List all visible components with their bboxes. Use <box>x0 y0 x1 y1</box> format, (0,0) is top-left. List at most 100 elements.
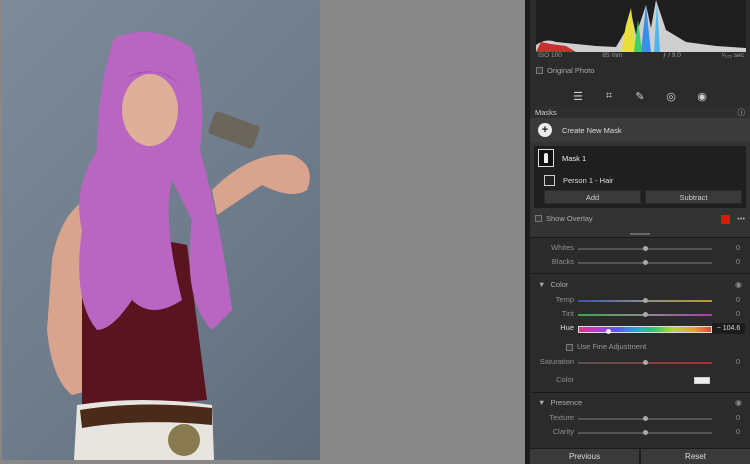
blacks-row: Blacks 0 <box>530 257 750 269</box>
whites-label: Whites <box>551 243 574 252</box>
saturation-label: Saturation <box>539 357 574 366</box>
temp-label: Temp <box>555 295 574 304</box>
healing-icon[interactable]: ✎ <box>633 90 647 103</box>
hue-value[interactable]: − 104.6 <box>712 323 745 334</box>
whites-knob[interactable] <box>643 246 648 251</box>
subtract-button[interactable]: Subtract <box>645 190 742 204</box>
more-options-icon[interactable]: ••• <box>737 214 745 223</box>
fine-adjust-row: Use Fine Adjustment <box>530 342 750 354</box>
saturation-row: Saturation 0 <box>530 357 750 369</box>
color-row: Color <box>530 375 750 387</box>
texture-slider[interactable] <box>578 416 712 421</box>
aperture: ƒ / 9.0 <box>662 52 681 59</box>
collapse-triangle-icon: ▼ <box>538 398 546 407</box>
shutter-speed: ¹⁄₁₂₅ sec <box>721 52 744 59</box>
panel-drag-handle[interactable] <box>630 233 650 235</box>
texture-value[interactable]: 0 <box>736 413 740 422</box>
subtract-label: Subtract <box>679 192 708 202</box>
photo[interactable] <box>2 0 320 460</box>
fine-adjust-label: Use Fine Adjustment <box>577 342 647 351</box>
whites-value[interactable]: 0 <box>736 243 740 252</box>
plus-icon: + <box>538 123 552 137</box>
tint-label: Tint <box>561 309 574 318</box>
histogram <box>536 0 746 52</box>
masking-icon[interactable]: ◉ <box>695 90 709 103</box>
mask-1-item[interactable]: Mask 1 <box>534 146 746 170</box>
hue-row: Hue − 104.6 <box>530 323 750 337</box>
mask-thumbnail <box>538 149 554 167</box>
clarity-knob[interactable] <box>643 430 648 435</box>
add-label: Add <box>585 192 600 202</box>
eye-icon[interactable]: ◉ <box>735 280 742 289</box>
texture-knob[interactable] <box>643 416 648 421</box>
help-icon[interactable]: ⓘ <box>738 107 746 118</box>
saturation-slider[interactable] <box>578 360 712 365</box>
presence-section-title: Presence <box>550 398 583 407</box>
crop-icon[interactable]: ⌗ <box>602 90 616 103</box>
masks-header: Masks ⓘ <box>530 106 750 118</box>
clarity-slider[interactable] <box>578 430 712 435</box>
fine-adjust-checkbox[interactable] <box>566 344 573 351</box>
clarity-row: Clarity 0 <box>530 427 750 439</box>
temp-value[interactable]: 0 <box>736 295 740 304</box>
iso-value: ISO 100 <box>538 52 562 59</box>
footer-buttons: Previous Reset <box>530 448 750 464</box>
focal-length: 85 mm <box>602 52 623 59</box>
mask-component-item[interactable]: Person 1 - Hair <box>544 172 613 188</box>
hue-label: Hue <box>560 323 574 332</box>
previous-button[interactable]: Previous <box>530 449 639 464</box>
create-new-mask-button[interactable]: + Create New Mask <box>530 118 750 142</box>
exif-info: ISO 100 85 mm ƒ / 9.0 ¹⁄₁₂₅ sec <box>536 52 746 63</box>
masks-panel: Masks ⓘ + Create New Mask Mask 1 Person … <box>530 106 750 238</box>
show-overlay-label: Show Overlay <box>546 214 593 224</box>
edit-sliders-icon[interactable]: ☰ <box>571 90 585 103</box>
eye-icon[interactable]: ◉ <box>735 398 742 407</box>
develop-panel: ISO 100 85 mm ƒ / 9.0 ¹⁄₁₂₅ sec Original… <box>530 0 750 464</box>
show-overlay-checkbox[interactable] <box>535 215 542 223</box>
red-eye-icon[interactable]: ◎ <box>664 90 678 103</box>
texture-row: Texture 0 <box>530 413 750 425</box>
whites-row: Whites 0 <box>530 243 750 255</box>
clarity-label: Clarity <box>552 427 574 436</box>
reset-button[interactable]: Reset <box>641 449 750 464</box>
saturation-knob[interactable] <box>643 360 648 365</box>
collapse-triangle-icon: ▼ <box>538 280 546 289</box>
texture-label: Texture <box>549 413 574 422</box>
blacks-value[interactable]: 0 <box>736 257 740 266</box>
color-section-header[interactable]: ▼ Color <box>538 280 568 289</box>
previous-label: Previous <box>568 452 601 461</box>
hue-slider[interactable] <box>578 326 712 334</box>
tint-value[interactable]: 0 <box>736 309 740 318</box>
reset-label: Reset <box>685 452 706 461</box>
overlay-color-swatch[interactable] <box>721 214 731 224</box>
original-photo-toggle[interactable]: Original Photo <box>536 66 595 75</box>
add-button[interactable]: Add <box>544 190 641 204</box>
blacks-label: Blacks <box>551 257 574 266</box>
clarity-value[interactable]: 0 <box>736 427 740 436</box>
tint-knob[interactable] <box>643 312 648 317</box>
original-photo-label: Original Photo <box>547 66 595 75</box>
temp-slider[interactable] <box>578 298 712 303</box>
mask-list: Mask 1 Person 1 - Hair Add Subtract <box>534 146 746 208</box>
blacks-slider[interactable] <box>578 260 712 265</box>
add-subtract-row: Add Subtract <box>544 190 742 204</box>
mask-1-label: Mask 1 <box>562 153 587 163</box>
saturation-value[interactable]: 0 <box>736 357 740 366</box>
color-swatch[interactable] <box>694 377 710 384</box>
photo-canvas <box>0 0 525 464</box>
component-label: Person 1 - Hair <box>563 175 614 185</box>
tint-slider[interactable] <box>578 312 712 317</box>
tint-row: Tint 0 <box>530 309 750 321</box>
portrait-image <box>47 31 310 460</box>
masks-title: Masks <box>535 107 557 117</box>
whites-slider[interactable] <box>578 246 712 251</box>
color-label: Color <box>556 375 574 384</box>
blacks-knob[interactable] <box>643 260 648 265</box>
original-photo-checkbox[interactable] <box>536 67 543 74</box>
color-section-title: Color <box>550 280 569 289</box>
hue-knob[interactable] <box>606 329 611 334</box>
temp-row: Temp 0 <box>530 295 750 307</box>
temp-knob[interactable] <box>643 298 648 303</box>
presence-section-header[interactable]: ▼ Presence <box>538 398 582 407</box>
component-thumbnail <box>544 174 555 186</box>
